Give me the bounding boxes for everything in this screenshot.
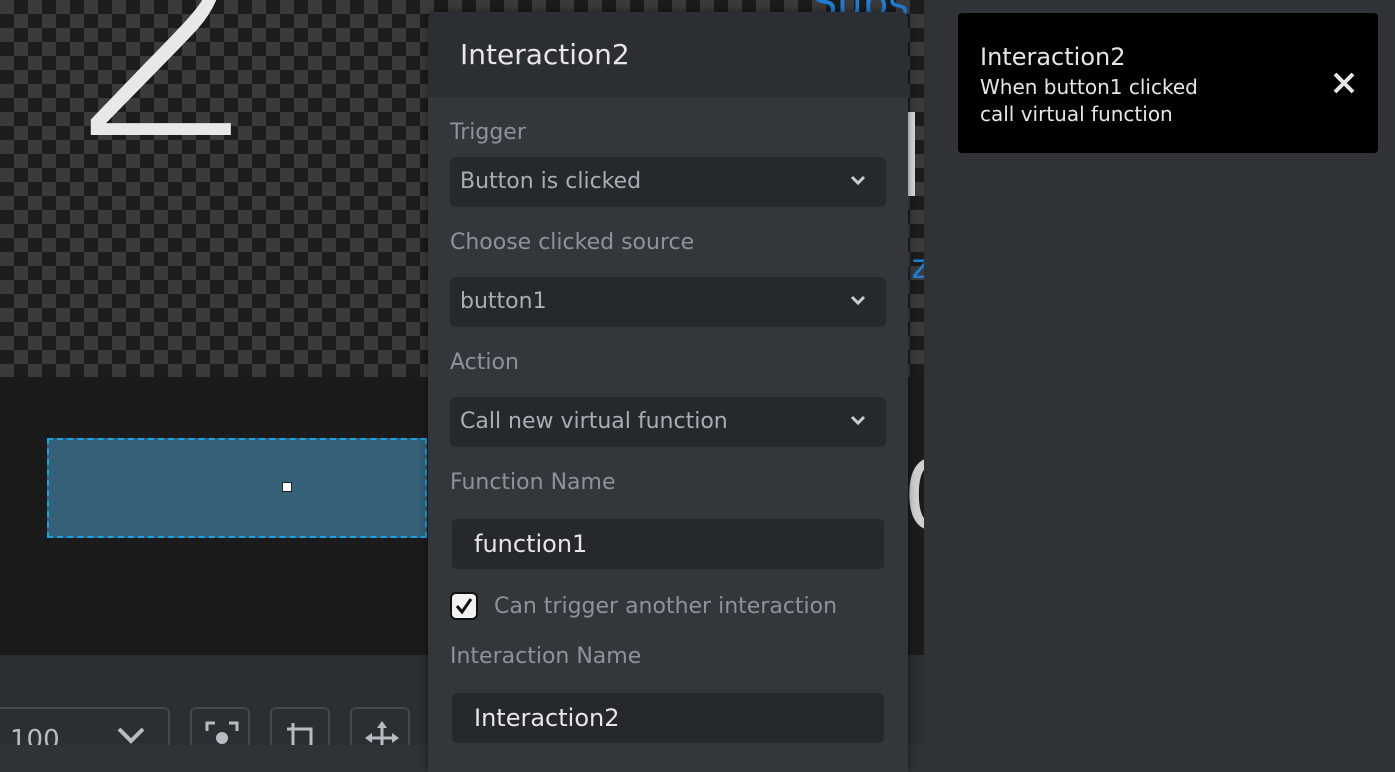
clicked-source-select-value: button1 xyxy=(460,289,547,314)
interaction-card-title: Interaction2 xyxy=(980,43,1126,71)
checkmark-icon xyxy=(455,598,473,615)
modal-title: Interaction2 xyxy=(460,38,630,71)
interaction-card[interactable]: Interaction2 When button1 clicked call v… xyxy=(958,13,1378,153)
chevron-down-icon xyxy=(850,175,866,186)
move-icon xyxy=(365,721,399,745)
trigger-select[interactable]: Button is clicked xyxy=(450,157,886,207)
focus-icon xyxy=(205,721,239,745)
clicked-source-label: Choose clicked source xyxy=(450,230,695,255)
canvas-text-digit[interactable]: 2 xyxy=(70,0,261,182)
button1-widget[interactable] xyxy=(47,438,427,538)
interaction-name-label: Interaction Name xyxy=(450,644,642,669)
button1-resize-handle[interactable] xyxy=(282,482,292,492)
interaction-card-action-text: call virtual function xyxy=(980,102,1173,126)
interaction-name-input[interactable] xyxy=(452,693,884,743)
focus-tool-button[interactable] xyxy=(190,707,250,745)
action-select-value: Call new virtual function xyxy=(460,409,728,434)
function-name-label: Function Name xyxy=(450,470,616,495)
interactions-panel: Interaction2 When button1 clicked call v… xyxy=(924,0,1395,745)
move-tool-button[interactable] xyxy=(350,707,410,745)
action-select[interactable]: Call new virtual function xyxy=(450,397,886,447)
chain-interaction-label[interactable]: Can trigger another interaction xyxy=(494,594,837,619)
chain-interaction-checkbox[interactable] xyxy=(450,592,478,620)
function-name-input[interactable] xyxy=(452,519,884,569)
clicked-source-select[interactable]: button1 xyxy=(450,277,886,327)
chevron-down-icon xyxy=(117,727,145,744)
crop-icon xyxy=(287,723,313,745)
zoom-value: 100 xyxy=(10,725,60,745)
action-label: Action xyxy=(450,350,519,375)
trigger-select-value: Button is clicked xyxy=(460,169,642,194)
modal-header: Interaction2 xyxy=(428,12,908,97)
chevron-down-icon xyxy=(850,415,866,426)
close-icon[interactable] xyxy=(1332,71,1356,95)
zoom-select[interactable]: 100 xyxy=(0,707,170,745)
trigger-label: Trigger xyxy=(450,120,526,145)
crop-tool-button[interactable] xyxy=(270,707,330,745)
canvas-scrollbar[interactable] xyxy=(907,112,915,196)
interaction-card-trigger-text: When button1 clicked xyxy=(980,75,1198,99)
interaction-editor-modal: Interaction2 Trigger Button is clicked C… xyxy=(428,12,908,772)
chevron-down-icon xyxy=(850,295,866,306)
